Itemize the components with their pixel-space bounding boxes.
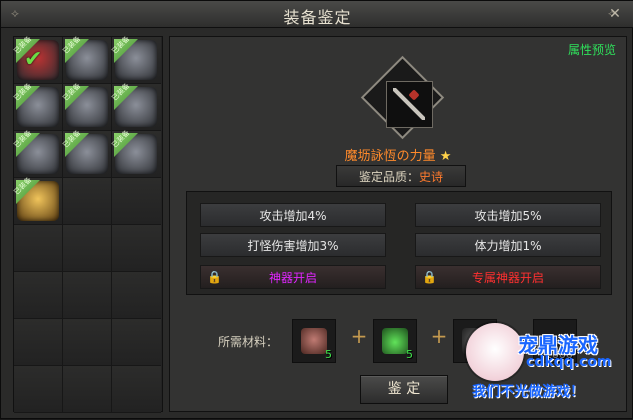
- material-slot-2[interactable]: 5: [373, 319, 417, 363]
- exclusive-artifact-unlock-row[interactable]: 🔒 专属神器开启: [415, 265, 601, 289]
- quality-text: 鉴定品质：史诗: [337, 168, 465, 185]
- identify-window: ⟡ 装备鉴定 ⟡ ✕ 已装备 ✔ 已装备 已装备 已装备 已装备 已装备 已装备…: [0, 0, 633, 419]
- mascot-icon: [466, 323, 524, 381]
- watermark-slogan: 我们不光做游戏！: [472, 384, 584, 400]
- inventory-cell[interactable]: 已装备: [13, 129, 63, 178]
- attribute-row: 攻击增加5%: [415, 203, 601, 227]
- inventory-cell[interactable]: 已装备: [13, 176, 63, 225]
- inventory-cell[interactable]: [112, 225, 161, 272]
- materials-label: 所需材料：: [218, 335, 279, 349]
- attributes-box: 攻击增加4% 攻击增加5% 打怪伤害增加3% 体力增加1% 🔒 神器开启 🔒 专…: [186, 191, 612, 295]
- inventory-cell[interactable]: [112, 178, 161, 225]
- material-qty: 5: [325, 348, 332, 361]
- attribute-row: 攻击增加4%: [200, 203, 386, 227]
- attribute-preview-link[interactable]: 属性预览: [568, 41, 616, 58]
- item-name: 魔坜詠恆の力量 ★: [170, 145, 626, 164]
- inventory-cell[interactable]: [14, 272, 63, 319]
- material-qty: 5: [406, 348, 413, 361]
- inventory-cell[interactable]: [14, 366, 63, 413]
- inventory-cell[interactable]: [63, 272, 112, 319]
- attribute-row: 体力增加1%: [415, 233, 601, 257]
- inventory-cell[interactable]: 已装备: [111, 35, 161, 84]
- inventory-cell[interactable]: 已装备: [13, 82, 63, 131]
- inventory-cell[interactable]: [14, 225, 63, 272]
- quality-value: 史诗: [419, 170, 444, 184]
- quality-bar: 鉴定品质：史诗: [336, 165, 466, 187]
- item-name-text: 魔坜詠恆の力量: [344, 149, 436, 164]
- title-bar: ⟡ 装备鉴定 ⟡ ✕: [1, 1, 633, 28]
- inventory-cell[interactable]: [112, 366, 161, 413]
- inventory-cell[interactable]: [112, 319, 161, 366]
- inventory-cell[interactable]: 已装备: [62, 129, 112, 178]
- lock-icon: 🔒: [207, 270, 222, 284]
- window-title: 装备鉴定: [283, 8, 352, 27]
- inventory-cell[interactable]: 已装备: [111, 82, 161, 131]
- attribute-row: 打怪伤害增加3%: [200, 233, 386, 257]
- inventory-cell[interactable]: 已装备: [62, 35, 112, 84]
- potion-material-icon: [382, 328, 408, 354]
- lock-icon: 🔒: [422, 270, 437, 284]
- inventory-cell[interactable]: [63, 366, 112, 413]
- identify-button[interactable]: 鉴 定: [360, 375, 448, 404]
- inventory-cell[interactable]: [112, 272, 161, 319]
- material-slot-1[interactable]: 5: [292, 319, 336, 363]
- plus-icon: +: [350, 324, 368, 348]
- plus-icon: +: [430, 324, 448, 348]
- inventory-cell[interactable]: [63, 225, 112, 272]
- inventory-grid: 已装备 ✔ 已装备 已装备 已装备 已装备 已装备 已装备 已装备 已装备 已装…: [13, 35, 162, 413]
- watermark: 宠鼎游戏 cdkqq.com 我们不光做游戏！: [466, 319, 633, 420]
- feather-material-icon: [301, 328, 327, 354]
- inventory-cell[interactable]: [63, 178, 112, 225]
- inventory-panel: 已装备 ✔ 已装备 已装备 已装备 已装备 已装备 已装备 已装备 已装备 已装…: [13, 35, 163, 413]
- inventory-cell[interactable]: [63, 319, 112, 366]
- artifact-unlock-row[interactable]: 🔒 神器开启: [200, 265, 386, 289]
- artifact-unlock-label: 神器开启: [268, 271, 317, 285]
- inventory-cell[interactable]: 已装备: [62, 82, 112, 131]
- close-button[interactable]: ✕: [606, 5, 624, 23]
- watermark-domain: cdkqq.com: [526, 354, 612, 370]
- quality-label: 鉴定品质：: [358, 170, 419, 184]
- inventory-cell[interactable]: [14, 319, 63, 366]
- check-icon: ✔: [24, 47, 43, 72]
- exclusive-artifact-unlock-label: 专属神器开启: [471, 271, 544, 285]
- inventory-cell[interactable]: 已装备 ✔: [13, 35, 63, 84]
- star-icon: ★: [439, 149, 452, 164]
- inventory-cell[interactable]: 已装备: [111, 129, 161, 178]
